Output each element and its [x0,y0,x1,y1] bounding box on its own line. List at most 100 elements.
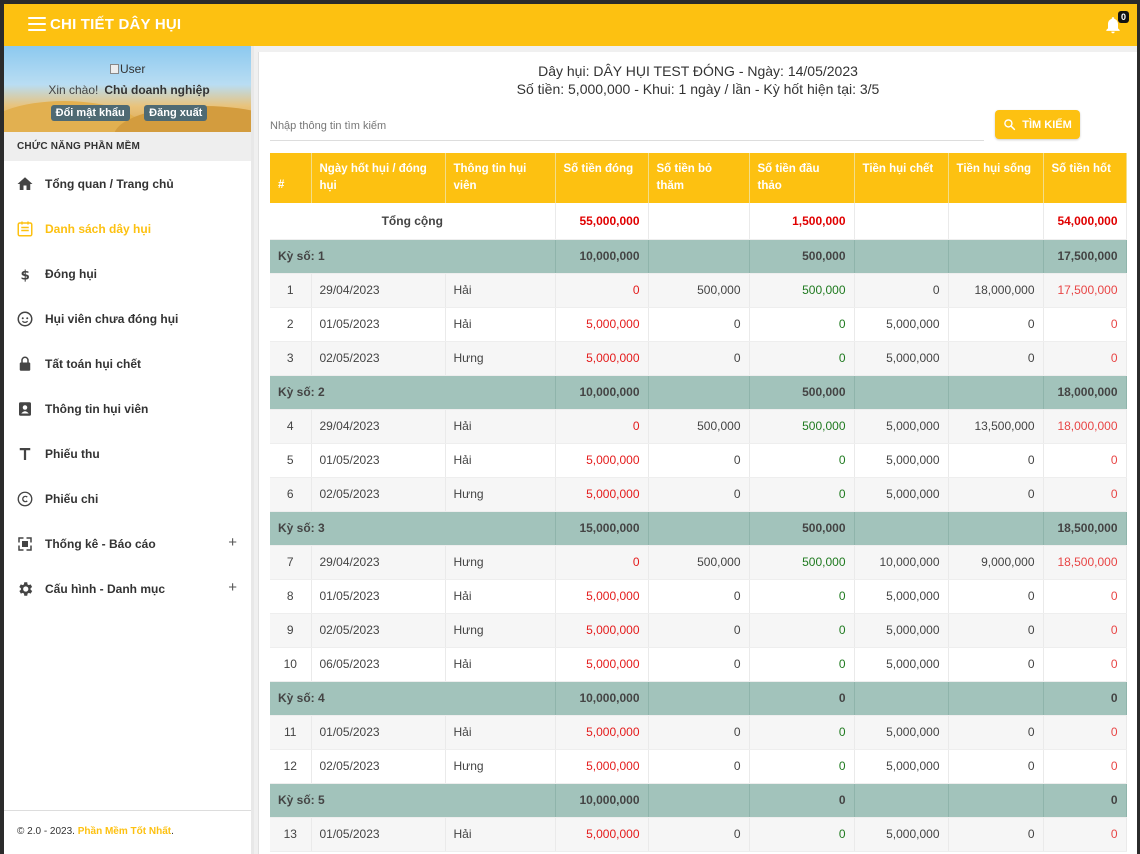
row-hui-song: 0 [948,715,1044,750]
row-hui-song: 0 [948,817,1044,852]
period-label: Kỳ số: 1 [270,239,556,274]
list-icon [16,220,34,238]
column-header[interactable]: Số tiền bỏ thăm [648,153,750,203]
period-hot: 18,500,000 [1043,511,1127,546]
row-hui-chet: 10,000,000 [854,545,949,580]
row-hui-chet: 5,000,000 [854,341,949,376]
sidebar: User Xin chào! Chủ doanh nghiệp Đổi mật k… [4,46,254,854]
copyright-icon [16,490,34,508]
table-row[interactable]: 6 02/05/2023 Hưng 5,000,000 0 0 5,000,000 0 0 [270,477,1127,512]
table-row[interactable]: 5 01/05/2023 Hải 5,000,000 0 0 5,000,000 0 0 [270,443,1127,478]
row-hot: 18,000,000 [1043,409,1127,444]
table-row[interactable]: 7 29/04/2023 Hưng 0 500,000 500,000 10,000,000… [270,545,1127,580]
row-hui-song: 0 [948,341,1044,376]
table-row[interactable]: 12 02/05/2023 Hưng 5,000,000 0 0 5,000,000 0 0 [270,749,1127,784]
total-row: Tổng cộng 55,000,000 1,500,000 54,000,000 [270,203,1127,240]
hamburger-menu-icon[interactable] [28,17,46,33]
expand-plus-icon[interactable]: + [228,579,237,596]
row-hot: 0 [1043,579,1127,614]
row-hot: 17,500,000 [1043,273,1127,308]
row-dau-thao: 500,000 [749,545,855,580]
row-hui-song: 0 [948,613,1044,648]
row-dau-thao: 0 [749,613,855,648]
period-group-row: Kỳ số: 5 10,000,000 0 0 [270,783,1127,818]
row-date: 02/05/2023 [311,341,446,376]
period-dau-thao: 0 [749,783,855,818]
sidebar-item-label: Phiếu thu [45,446,100,461]
face-icon [16,310,34,328]
table-row[interactable]: 1 29/04/2023 Hải 0 500,000 500,000 0 18,000,000… [270,273,1127,308]
gear-icon [16,580,34,598]
row-hui-song: 0 [948,477,1044,512]
sidebar-item-8[interactable]: Phiếu chi [4,476,251,521]
logout-button[interactable]: Đăng xuất [144,105,208,121]
sidebar-item-1[interactable]: Tổng quan / Trang chủ [4,161,251,206]
table-row[interactable]: 8 01/05/2023 Hải 5,000,000 0 0 5,000,000 0 0 [270,579,1127,614]
table-cell [948,203,1044,240]
row-dong: 5,000,000 [555,817,649,852]
table-cell [648,239,750,274]
table-row[interactable]: 10 06/05/2023 Hải 5,000,000 0 0 5,000,000 0 0 [270,647,1127,682]
row-dong: 5,000,000 [555,307,649,342]
sidebar-item-4[interactable]: Hụi viên chưa đóng hụi [4,296,251,341]
column-header[interactable]: # [270,153,312,203]
row-hot: 0 [1043,715,1127,750]
row-index: 11 [270,715,312,750]
period-group-row: Kỳ số: 3 15,000,000 500,000 18,500,000 [270,511,1127,546]
column-header[interactable]: Số tiền hốt [1043,153,1127,203]
row-hui-song: 18,000,000 [948,273,1044,308]
table-row[interactable]: 13 01/05/2023 Hải 5,000,000 0 0 5,000,000 0 0 [270,817,1127,852]
sidebar-item-2[interactable]: Danh sách dây hụi [4,206,251,251]
sidebar-item-label: Phiếu chi [45,491,99,506]
table-row[interactable]: 9 02/05/2023 Hưng 5,000,000 0 0 5,000,000 0 0 [270,613,1127,648]
sidebar-item-9[interactable]: Thống kê - Báo cáo + [4,521,251,566]
table-row[interactable]: 4 29/04/2023 Hải 0 500,000 500,000 5,000,000 13… [270,409,1127,444]
notification-bell-icon[interactable]: 0 [1103,11,1129,35]
column-header[interactable]: Số tiền đầu thảo [749,153,855,203]
expand-plus-icon[interactable]: + [228,534,237,551]
search-button[interactable]: TÌM KIẾM [995,110,1080,139]
row-dong: 5,000,000 [555,613,649,648]
table-row[interactable]: 3 02/05/2023 Hưng 5,000,000 0 0 5,000,000 0 0 [270,341,1127,376]
column-header[interactable]: Ngày hốt hụi / đóng hụi [311,153,446,203]
row-index: 2 [270,307,312,342]
row-member: Hưng [445,341,556,376]
table-row[interactable]: 2 01/05/2023 Hải 5,000,000 0 0 5,000,000 0 0 [270,307,1127,342]
sidebar-item-6[interactable]: Thông tin hụi viên [4,386,251,431]
sidebar-item-7[interactable]: Phiếu thu [4,431,251,476]
column-header[interactable]: Tiền hụi chết [854,153,949,203]
period-dau-thao: 500,000 [749,511,855,546]
row-hui-chet: 0 [854,273,949,308]
period-dong: 10,000,000 [555,681,649,716]
column-header[interactable]: Số tiền đóng [555,153,649,203]
main-content: Dây hụi: DÂY HỤI TEST ĐÓNG - Ngày: 14/05… [258,52,1137,854]
sidebar-item-label: Tất toán hụi chết [45,356,141,371]
change-password-button[interactable]: Đổi mật khẩu [50,105,130,121]
search-input[interactable] [270,111,984,141]
row-member: Hưng [445,545,556,580]
row-dau-thao: 0 [749,341,855,376]
table-cell [854,783,949,818]
table-cell [948,681,1044,716]
row-index: 1 [270,273,312,308]
row-hui-song: 0 [948,307,1044,342]
table-row[interactable]: 11 01/05/2023 Hải 5,000,000 0 0 5,000,000 0 0 [270,715,1127,750]
column-header[interactable]: Tiền hụi sống [948,153,1044,203]
table-cell [648,783,750,818]
sidebar-item-3[interactable]: $ Đóng hụi [4,251,251,296]
row-date: 01/05/2023 [311,715,446,750]
period-group-row: Kỳ số: 1 10,000,000 500,000 17,500,000 [270,239,1127,274]
table-cell [948,783,1044,818]
row-date: 29/04/2023 [311,409,446,444]
sidebar-item-10[interactable]: Cấu hình - Danh mục + [4,566,251,611]
row-bo-tham: 0 [648,477,750,512]
sidebar-item-5[interactable]: Tất toán hụi chết [4,341,251,386]
row-date: 29/04/2023 [311,545,446,580]
column-header[interactable]: Thông tin hụi viên [445,153,556,203]
footer-link[interactable]: Phần Mềm Tốt Nhất [78,826,171,837]
sidebar-item-label: Đóng hụi [45,266,97,281]
row-index: 3 [270,341,312,376]
row-hui-song: 0 [948,647,1044,682]
row-date: 01/05/2023 [311,443,446,478]
period-dong: 10,000,000 [555,783,649,818]
